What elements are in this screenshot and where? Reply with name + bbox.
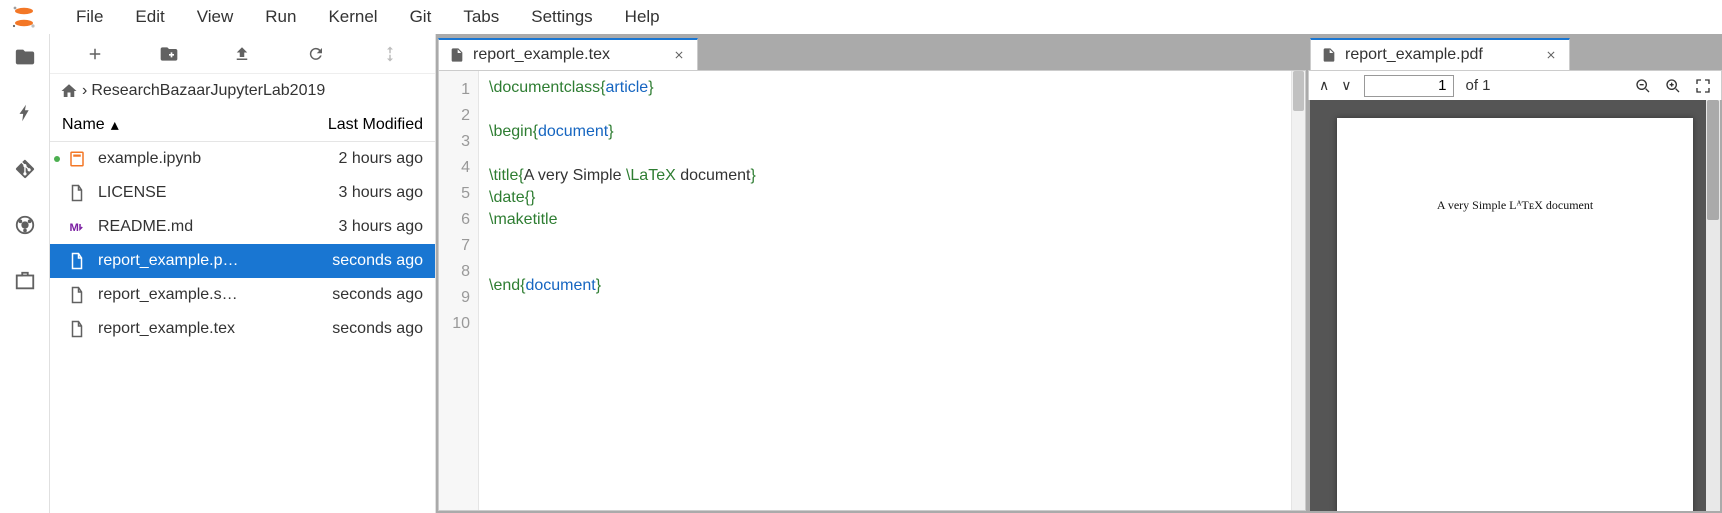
file-row[interactable]: report_example.p… seconds ago [50,244,435,278]
pdf-tabbar: report_example.pdf [1308,34,1722,70]
refresh-button[interactable] [301,39,331,69]
file-name: report_example.tex [94,320,324,338]
running-icon[interactable] [12,100,38,126]
file-modified: seconds ago [332,252,423,270]
file-name: example.ipynb [94,150,330,168]
tab-title: report_example.tex [473,46,610,64]
markdown-icon: M [68,218,86,236]
file-modified: 3 hours ago [338,184,423,202]
running-dot [54,258,60,264]
pdf-viewport[interactable]: A very Simple LᴬTᴇX document [1310,100,1720,511]
fit-page-button[interactable] [1695,78,1711,94]
file-row[interactable]: LICENSE 3 hours ago [50,176,435,210]
git-icon[interactable] [12,156,38,182]
pdf-panel: report_example.pdf ∧ ∨ of 1 A very Simpl… [1308,34,1722,513]
file-row[interactable]: report_example.s… seconds ago [50,278,435,312]
menu-file[interactable]: File [60,7,119,27]
file-modified: 3 hours ago [338,218,423,236]
code-content[interactable]: \documentclass{article} \begin{document}… [479,71,1291,510]
running-dot [54,224,60,230]
line-gutter: 12345678910 [439,71,479,510]
tabs-icon[interactable] [12,268,38,294]
next-page-button[interactable]: ∨ [1341,77,1351,94]
file-name: LICENSE [94,184,330,202]
file-row[interactable]: report_example.tex seconds ago [50,312,435,346]
file-modified: 2 hours ago [338,150,423,168]
new-launcher-button[interactable] [80,39,110,69]
file-browser: › ResearchBazaarJupyterLab2019 Name ▴ Las… [50,34,436,513]
running-dot [54,156,60,162]
zoom-out-button[interactable] [1635,78,1651,94]
left-rail [0,34,50,513]
file-icon [68,286,86,304]
breadcrumb[interactable]: › ResearchBazaarJupyterLab2019 [50,74,435,108]
code-editor[interactable]: 12345678910 \documentclass{article} \beg… [438,70,1306,511]
page-number-input[interactable] [1364,75,1454,97]
git-pull-button[interactable] [375,39,405,69]
home-icon[interactable] [60,82,78,100]
running-dot [54,326,60,332]
file-name: report_example.s… [94,286,324,304]
file-icon [68,184,86,202]
zoom-in-button[interactable] [1665,78,1681,94]
running-dot [54,292,60,298]
commands-icon[interactable] [12,212,38,238]
breadcrumb-folder[interactable]: ResearchBazaarJupyterLab2019 [91,82,325,100]
new-folder-button[interactable] [154,39,184,69]
tab-pdf[interactable]: report_example.pdf [1310,38,1570,70]
editor-panel: report_example.tex 12345678910 \document… [436,34,1308,513]
menu-run[interactable]: Run [249,7,312,27]
file-icon [449,47,465,63]
running-dot [54,190,60,196]
file-browser-header[interactable]: Name ▴ Last Modified [50,108,435,142]
file-modified: seconds ago [332,286,423,304]
file-name: README.md [94,218,330,236]
file-row[interactable]: M README.md 3 hours ago [50,210,435,244]
menu-view[interactable]: View [181,7,250,27]
menu-git[interactable]: Git [394,7,448,27]
menu-edit[interactable]: Edit [119,7,180,27]
upload-button[interactable] [227,39,257,69]
scroll-thumb[interactable] [1293,71,1304,111]
file-browser-toolbar [50,34,435,74]
folder-icon[interactable] [12,44,38,70]
file-name: report_example.p… [94,252,324,270]
prev-page-button[interactable]: ∧ [1319,77,1329,94]
pdf-page: A very Simple LᴬTᴇX document [1337,118,1693,511]
column-modified[interactable]: Last Modified [328,116,423,134]
column-name[interactable]: Name [62,116,105,134]
notebook-icon [68,150,86,168]
file-row[interactable]: example.ipynb 2 hours ago [50,142,435,176]
menu-kernel[interactable]: Kernel [312,7,393,27]
tab-title: report_example.pdf [1345,46,1483,64]
sort-asc-icon: ▴ [111,115,119,135]
file-icon [68,252,86,270]
svg-text:M: M [70,222,79,234]
menu-bar: FileEditViewRunKernelGitTabsSettingsHelp [0,0,1722,34]
file-modified: seconds ago [332,320,423,338]
file-icon [68,320,86,338]
scrollbar[interactable] [1706,100,1720,511]
tab-editor[interactable]: report_example.tex [438,38,698,70]
page-total-label: of 1 [1466,77,1491,94]
menu-tabs[interactable]: Tabs [447,7,515,27]
scrollbar[interactable] [1291,71,1305,510]
pdf-toolbar: ∧ ∨ of 1 [1308,70,1722,100]
scroll-thumb[interactable] [1707,100,1719,220]
pdf-document-title: A very Simple LᴬTᴇX document [1337,198,1693,213]
file-list: example.ipynb 2 hours ago LICENSE 3 hours a… [50,142,435,346]
editor-tabbar: report_example.tex [436,34,1308,70]
menu-settings[interactable]: Settings [515,7,608,27]
breadcrumb-separator: › [82,82,87,100]
file-icon [1321,47,1337,63]
close-icon[interactable] [671,47,687,63]
jupyter-logo-icon [8,1,40,33]
menu-help[interactable]: Help [609,7,676,27]
close-icon[interactable] [1543,47,1559,63]
